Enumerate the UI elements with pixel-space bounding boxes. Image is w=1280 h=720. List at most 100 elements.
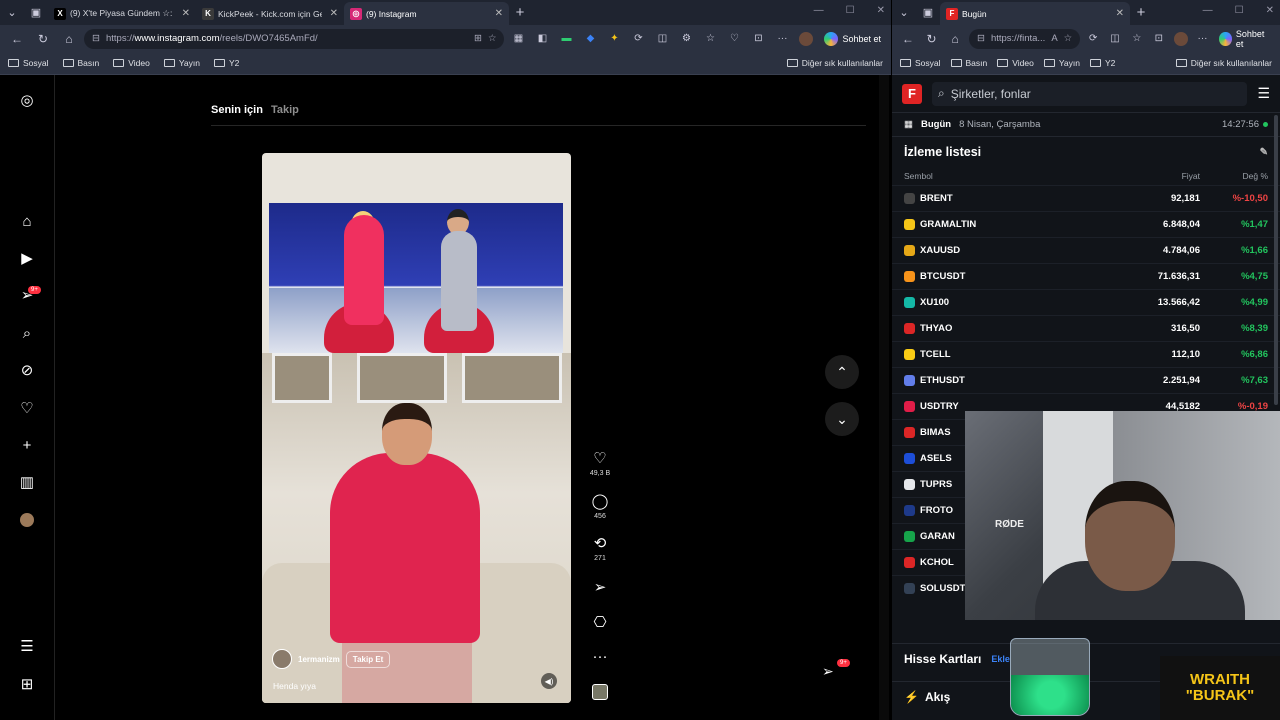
- close-tab-icon[interactable]: ✕: [330, 8, 338, 19]
- copilot-button[interactable]: Sohbet et: [1215, 29, 1274, 49]
- minimize-icon[interactable]: —: [814, 5, 824, 16]
- watchlist-row[interactable]: TCELL 112,10 %6,86: [892, 341, 1280, 367]
- collections-icon[interactable]: ⊡: [1150, 30, 1168, 48]
- close-tab-icon[interactable]: ✕: [495, 8, 503, 19]
- favorites-icon[interactable]: ☆: [1128, 30, 1146, 48]
- refresh-icon[interactable]: ↻: [922, 32, 942, 46]
- previous-reel-button[interactable]: ⌃: [825, 355, 859, 389]
- today-label[interactable]: Bugün: [921, 119, 951, 130]
- watchlist-scrollbar[interactable]: [1274, 115, 1278, 405]
- extension-icon-5[interactable]: ✦: [604, 30, 624, 48]
- close-window-icon[interactable]: ✕: [1266, 5, 1274, 16]
- extensions-icon[interactable]: ⟳: [1084, 30, 1102, 48]
- tab-kickpeek[interactable]: K KickPeek - Kick.com için Gerçek Za... ✕: [196, 2, 344, 25]
- favorite-star-icon[interactable]: ☆: [488, 33, 497, 44]
- close-tab-icon[interactable]: ✕: [182, 8, 190, 19]
- tab-fintables[interactable]: F Bugün ✕: [940, 2, 1130, 25]
- extension-icon-4[interactable]: ◆: [580, 30, 600, 48]
- profile-avatar[interactable]: [18, 511, 36, 529]
- search-icon[interactable]: ⌕: [18, 324, 36, 342]
- flow-title[interactable]: Akış: [925, 690, 950, 704]
- home-icon[interactable]: ⌂: [18, 212, 36, 230]
- bookmark-sosyal[interactable]: Sosyal: [8, 58, 49, 68]
- repost-action[interactable]: ⟲ 271: [589, 536, 611, 563]
- watchlist-row[interactable]: GRAMALTIN 6.848,04 %1,47: [892, 211, 1280, 237]
- mute-icon[interactable]: ◀): [541, 673, 557, 689]
- watchlist-row[interactable]: XAUUSD 4.784,06 %1,66: [892, 237, 1280, 263]
- other-bookmarks[interactable]: Diğer sık kullanılanlar: [1175, 58, 1272, 68]
- read-aloud-icon[interactable]: A: [1051, 33, 1057, 44]
- watchlist-row[interactable]: BTCUSDT 71.636,31 %4,75: [892, 263, 1280, 289]
- bookmark-y2[interactable]: Y2: [213, 58, 239, 68]
- search-input[interactable]: ⌕ Şirketler, fonlar: [932, 81, 1248, 106]
- bookmark-yayın[interactable]: Yayın: [163, 58, 200, 68]
- extension-icon-3[interactable]: ▬: [556, 30, 576, 48]
- reel-video[interactable]: 1ermanizm Takip Et Henda yıya ◀): [262, 153, 571, 703]
- extension-icon-2[interactable]: ◧: [532, 30, 552, 48]
- instagram-logo-icon[interactable]: ◎: [18, 91, 36, 109]
- workspaces-icon[interactable]: ▣: [24, 2, 48, 24]
- bookmark-action[interactable]: ⎔: [589, 615, 611, 631]
- other-bookmarks[interactable]: Diğer sık kullanılanlar: [786, 58, 883, 68]
- back-icon[interactable]: ←: [898, 32, 918, 46]
- also-from-meta-icon[interactable]: ⊞: [18, 675, 36, 693]
- workspaces-icon[interactable]: ▣: [916, 2, 940, 24]
- hamburger-menu-icon[interactable]: ☰: [1257, 85, 1270, 102]
- copilot-button[interactable]: Sohbet et: [820, 31, 885, 46]
- create-icon[interactable]: +: [18, 436, 36, 454]
- watchlist-row[interactable]: ETHUSDT 2.251,94 %7,63: [892, 367, 1280, 393]
- comment-action[interactable]: ◯ 456: [589, 494, 611, 521]
- new-tab-button[interactable]: +: [1130, 4, 1152, 21]
- bookmark-sosyal[interactable]: Sosyal: [900, 58, 941, 68]
- add-card-link[interactable]: Ekle: [991, 654, 1010, 664]
- notifications-heart-icon[interactable]: ♡: [18, 399, 36, 417]
- favorite-star-icon[interactable]: ☆: [1064, 33, 1073, 44]
- split-screen-icon[interactable]: ◫: [1106, 30, 1124, 48]
- page-scrollbar[interactable]: [879, 75, 889, 720]
- fintables-logo-icon[interactable]: F: [902, 83, 922, 104]
- bookmark-y2[interactable]: Y2: [1089, 58, 1115, 68]
- minimize-icon[interactable]: —: [1203, 5, 1213, 16]
- author-avatar[interactable]: [272, 649, 292, 669]
- bookmark-video[interactable]: Video: [997, 58, 1034, 68]
- edit-pencil-icon[interactable]: ✎: [1260, 147, 1268, 158]
- watchlist-row[interactable]: XU100 13.566,42 %4,99: [892, 289, 1280, 315]
- address-bar[interactable]: ⊟ https://finta... A ☆: [968, 28, 1081, 49]
- extensions-icon[interactable]: ⟳: [628, 30, 648, 48]
- tracking-icon[interactable]: ⚙: [676, 30, 696, 48]
- site-info-icon[interactable]: ⊟: [92, 33, 100, 44]
- col-symbol[interactable]: Sembol: [904, 171, 1080, 181]
- site-info-icon[interactable]: ⊟: [977, 33, 985, 44]
- bookmark-basın[interactable]: Basın: [62, 58, 99, 68]
- more-action[interactable]: ···: [589, 649, 611, 665]
- new-tab-button[interactable]: +: [509, 4, 531, 21]
- home-icon[interactable]: ⌂: [58, 32, 80, 46]
- more-menu-icon[interactable]: ···: [772, 30, 792, 48]
- extension-icon-1[interactable]: ▦: [508, 30, 528, 48]
- tab-actions-icon[interactable]: ⌄: [892, 2, 916, 24]
- profile-avatar[interactable]: [1172, 30, 1190, 48]
- col-change[interactable]: Değ %: [1200, 171, 1268, 181]
- close-tab-icon[interactable]: ✕: [1116, 8, 1124, 19]
- refresh-icon[interactable]: ↻: [32, 32, 54, 46]
- tab-actions-icon[interactable]: ⌄: [0, 2, 24, 24]
- back-icon[interactable]: ←: [6, 32, 28, 46]
- next-reel-button[interactable]: ⌄: [825, 402, 859, 436]
- watchlist-row[interactable]: BRENT 92,181 %-10,50: [892, 185, 1280, 211]
- tab-for-you[interactable]: Senin için: [211, 104, 263, 116]
- share-action[interactable]: ➢: [589, 580, 611, 596]
- profile-avatar[interactable]: [796, 30, 816, 48]
- reader-icon[interactable]: ⊞: [474, 33, 482, 44]
- browser-essentials-icon[interactable]: ♡: [724, 30, 744, 48]
- bookmark-yayın[interactable]: Yayın: [1043, 58, 1080, 68]
- author-username[interactable]: 1ermanizm: [298, 655, 340, 664]
- tab-following[interactable]: Takip: [271, 104, 299, 116]
- audio-thumbnail[interactable]: [589, 684, 611, 700]
- split-screen-icon[interactable]: ◫: [652, 30, 672, 48]
- close-window-icon[interactable]: ✕: [877, 5, 885, 16]
- menu-icon[interactable]: ☰: [18, 637, 36, 655]
- reels-icon[interactable]: ▶: [18, 249, 36, 267]
- bookmark-basın[interactable]: Basın: [950, 58, 987, 68]
- favorites-icon[interactable]: ☆: [700, 30, 720, 48]
- maximize-icon[interactable]: ☐: [846, 5, 855, 16]
